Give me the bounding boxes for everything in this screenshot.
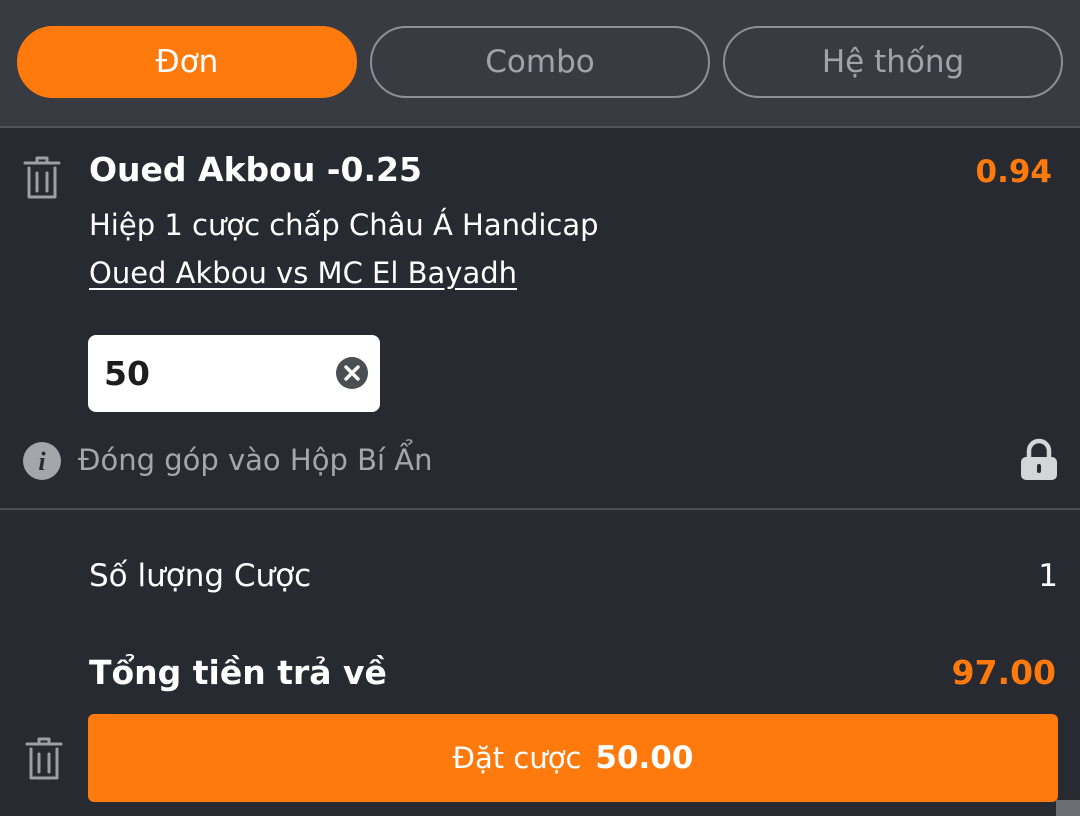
selection-odds: 0.94	[975, 154, 1053, 190]
tab-system-label: Hệ thống	[821, 44, 965, 80]
mystery-box-contribution: Đóng góp vào Hộp Bí Ẩn	[78, 443, 433, 477]
info-icon[interactable]: i	[22, 441, 62, 481]
match-link[interactable]: Oued Akbou vs MC El Bayadh	[89, 256, 517, 290]
trash-icon[interactable]	[22, 156, 62, 200]
bet-count-value: 1	[1038, 558, 1058, 594]
trash-icon[interactable]	[24, 737, 64, 781]
svg-text:i: i	[38, 447, 46, 476]
stake-input[interactable]	[104, 335, 324, 412]
total-payout-label: Tổng tiền trả về	[89, 653, 387, 692]
clear-icon[interactable]	[335, 356, 369, 390]
bet-count-label: Số lượng Cược	[89, 558, 312, 594]
tab-system[interactable]: Hệ thống	[723, 26, 1063, 98]
selection-title: Oued Akbou -0.25	[89, 150, 422, 189]
tab-single[interactable]: Đơn	[17, 26, 357, 98]
total-payout-value: 97.00	[951, 653, 1056, 692]
corner-marker	[1056, 800, 1080, 816]
market-name: Hiệp 1 cược chấp Châu Á Handicap	[89, 208, 599, 242]
divider	[0, 508, 1080, 510]
bet-type-tabs: Đơn Combo Hệ thống	[0, 0, 1080, 128]
place-bet-button[interactable]: Đặt cược 50.00	[88, 714, 1058, 802]
stake-field[interactable]	[88, 335, 380, 412]
tab-combo-label: Combo	[485, 44, 595, 80]
place-bet-amount: 50.00	[595, 740, 694, 776]
lock-icon	[1018, 438, 1060, 482]
place-bet-label: Đặt cược	[452, 741, 582, 775]
tab-combo[interactable]: Combo	[370, 26, 710, 98]
tab-single-label: Đơn	[155, 44, 219, 80]
